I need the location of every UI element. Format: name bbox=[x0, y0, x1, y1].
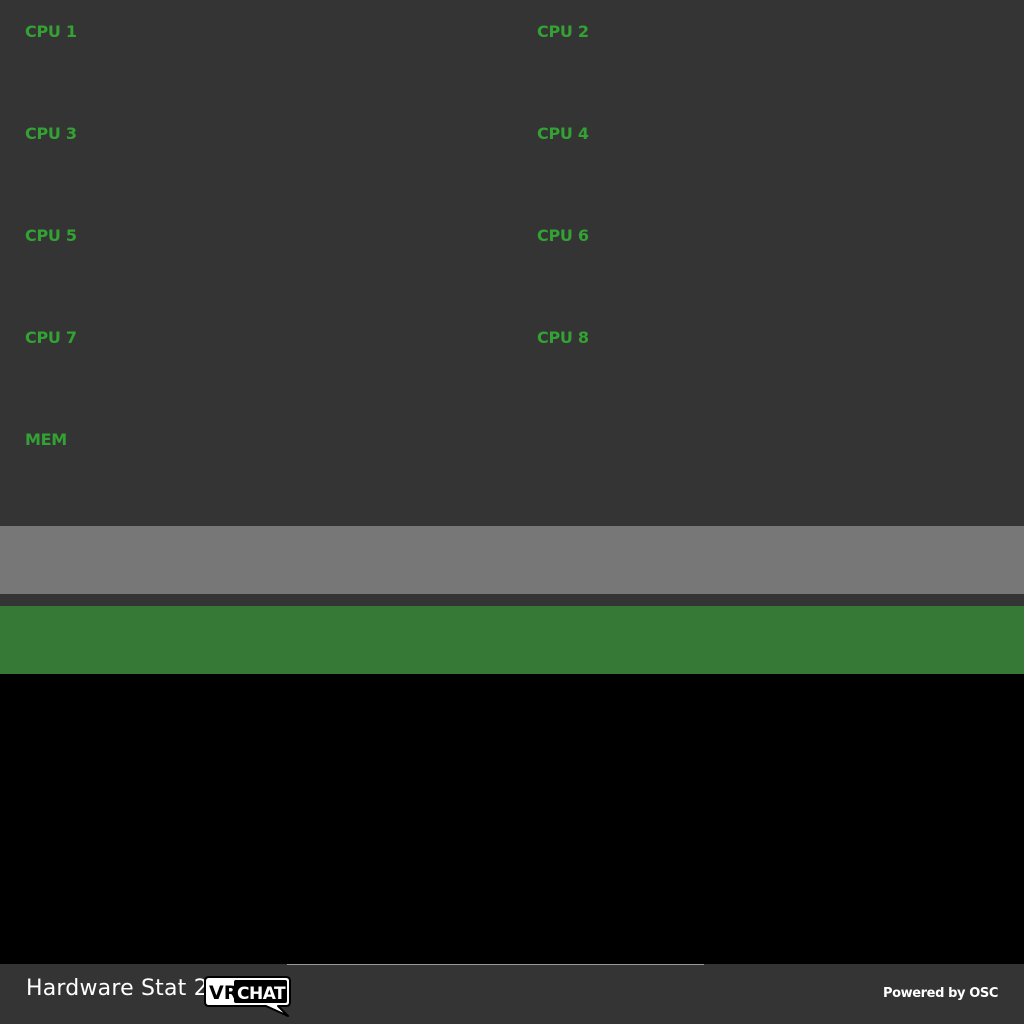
cpu-4-label: CPU 4 bbox=[537, 124, 589, 143]
cpu-3-label: CPU 3 bbox=[25, 124, 77, 143]
vrchat-logo-chat-text: CHAT bbox=[237, 984, 286, 1004]
mem-label: MEM bbox=[25, 430, 67, 449]
cpu-6-label: CPU 6 bbox=[537, 226, 589, 245]
cpu-2-label: CPU 2 bbox=[537, 22, 589, 41]
app-title: Hardware Stat 2 bbox=[26, 976, 208, 1001]
green-band bbox=[0, 606, 1024, 674]
gray-band bbox=[0, 526, 1024, 594]
powered-by-label: Powered by OSC bbox=[882, 986, 998, 1001]
display-area bbox=[0, 674, 1024, 964]
hardware-stat-app: CPU 1 CPU 2 CPU 3 CPU 4 CPU 5 CPU 6 CPU … bbox=[0, 0, 1024, 1024]
cpu-7-label: CPU 7 bbox=[25, 328, 77, 347]
footer-divider-line bbox=[287, 964, 704, 965]
cpu-8-label: CPU 8 bbox=[537, 328, 589, 347]
cpu-5-label: CPU 5 bbox=[25, 226, 77, 245]
vrchat-logo-icon: VR CHAT bbox=[204, 976, 292, 1018]
cpu-1-label: CPU 1 bbox=[25, 22, 77, 41]
band-divider bbox=[0, 594, 1024, 606]
vrchat-logo-vr-text: VR bbox=[209, 982, 239, 1004]
stats-panel: CPU 1 CPU 2 CPU 3 CPU 4 CPU 5 CPU 6 CPU … bbox=[0, 0, 1024, 526]
